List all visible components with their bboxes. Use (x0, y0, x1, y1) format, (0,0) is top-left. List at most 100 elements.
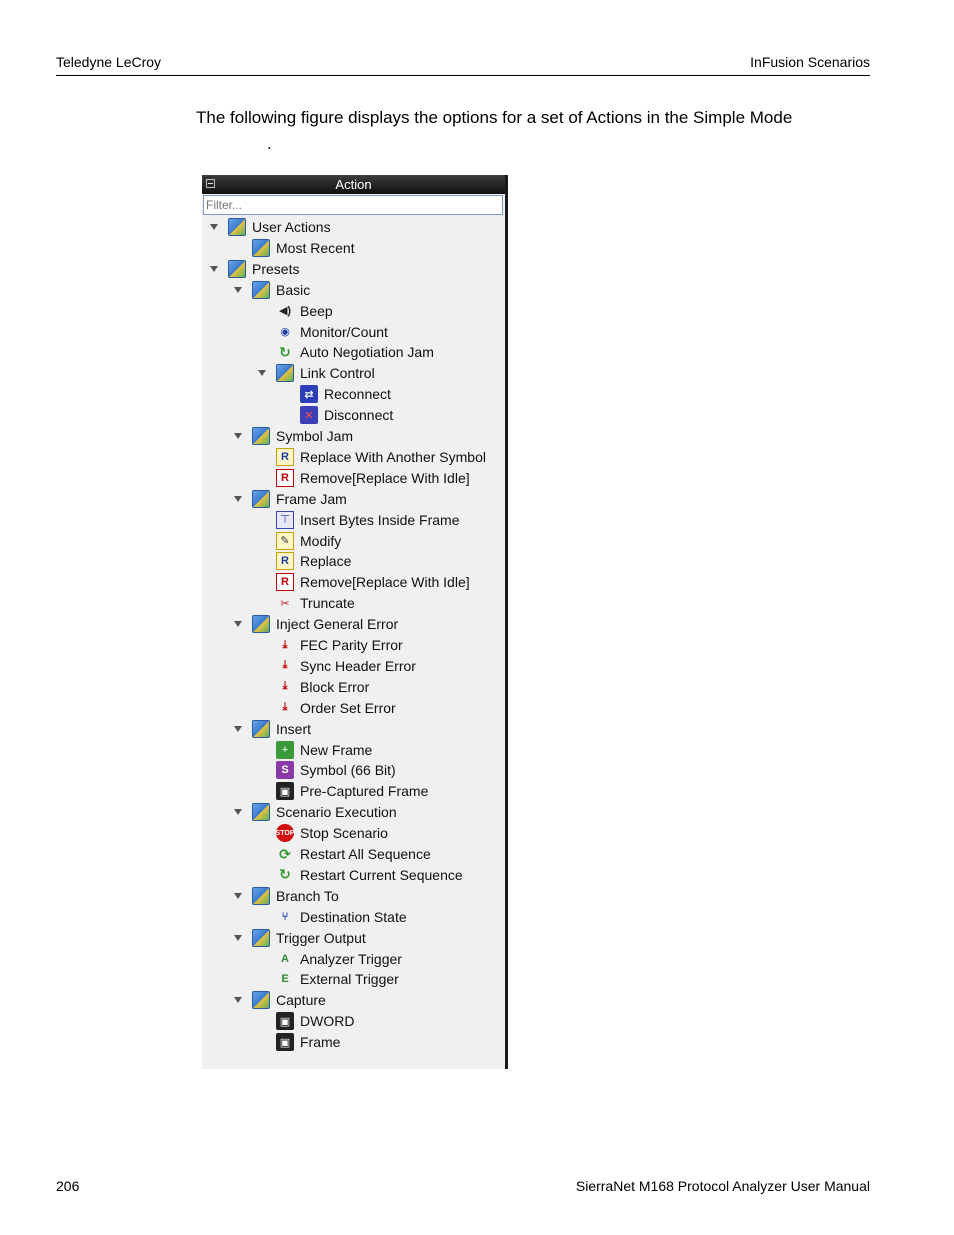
tree-item[interactable]: Branch To (232, 886, 339, 906)
tree-item[interactable]: ✎ Modify (276, 531, 341, 551)
expand-arrow-icon[interactable] (234, 934, 242, 941)
tree-item[interactable]: E External Trigger (276, 969, 399, 989)
expand-arrow-icon[interactable] (234, 433, 242, 439)
tree-item[interactable]: Frame Jam (232, 489, 347, 509)
folder-icon (228, 218, 246, 236)
action-panel-title-bar: Action (202, 175, 505, 194)
collapse-icon[interactable] (206, 179, 215, 188)
new-frame-icon: + (276, 740, 294, 759)
tree-item[interactable]: R Remove[Replace With Idle] (276, 468, 470, 488)
folder-icon (252, 427, 270, 445)
tree-item[interactable]: Inject General Error (232, 614, 398, 634)
tree-item-label: Analyzer Trigger (300, 950, 402, 967)
tree-item-label: Frame (300, 1034, 341, 1051)
tree-item[interactable]: A Analyzer Trigger (276, 949, 402, 969)
expand-arrow-icon[interactable] (234, 809, 242, 816)
tree-item[interactable]: R Remove[Replace With Idle] (276, 572, 470, 592)
tree-item-label: Truncate (300, 595, 355, 612)
tree-item[interactable]: ⤓ Sync Header Error (276, 656, 416, 676)
tree-item[interactable]: Trigger Output (232, 928, 366, 948)
folder-icon (252, 280, 270, 299)
header-company: Teledyne LeCroy (56, 54, 162, 70)
tree-item[interactable]: Scenario Execution (232, 802, 397, 822)
tree-item[interactable]: ⑂ Destination State (276, 907, 407, 927)
page-number: 206 (56, 1178, 80, 1194)
expand-arrow-icon[interactable] (234, 725, 242, 732)
tree-item-label: External Trigger (300, 971, 399, 988)
folder-icon (252, 886, 270, 905)
header-section: InFusion Scenarios (750, 54, 870, 70)
tree-item[interactable]: ◉ Monitor/Count (276, 322, 388, 342)
tree-item[interactable]: Capture (232, 990, 326, 1010)
tree-item[interactable]: ⇄ Reconnect (300, 384, 391, 404)
filter-input[interactable] (203, 195, 503, 215)
tree-item[interactable]: ↻ Restart Current Sequence (276, 865, 463, 885)
tree-item[interactable]: Link Control (256, 363, 375, 383)
tree-item[interactable]: ⟳ Restart All Sequence (276, 844, 431, 864)
tree-item[interactable]: ▣ DWORD (276, 1011, 354, 1031)
tree-item[interactable]: ✂ Truncate (276, 593, 355, 613)
insert-bytes-icon: ⊤ (276, 510, 294, 529)
tree-item[interactable]: Insert (232, 719, 311, 739)
tree-item-label: Disconnect (324, 407, 394, 424)
tree-item[interactable]: STOP Stop Scenario (276, 823, 388, 843)
eye-counter-icon: ◉ (280, 326, 290, 338)
tree-item-label: Insert (276, 720, 312, 737)
tree-item[interactable]: Presets (208, 259, 299, 279)
tree-item-label: Symbol Jam (276, 428, 354, 444)
tree-item[interactable]: ◀) Beep (276, 301, 333, 321)
tree-item[interactable]: + New Frame (276, 740, 372, 760)
error-inject-icon: ⤓ (282, 638, 288, 651)
tree-item[interactable]: ✕ Disconnect (300, 405, 393, 425)
symbol-icon: S (276, 761, 294, 780)
tree-item[interactable]: Basic (232, 280, 310, 300)
tree-item[interactable]: ▣ Frame (276, 1032, 340, 1052)
tree-item-label: New Frame (300, 741, 373, 758)
tree-item-label: Link Control (300, 365, 375, 382)
reconnect-icon: ⇄ (300, 385, 318, 404)
replace-icon: R (276, 447, 294, 466)
folder-icon (252, 615, 270, 634)
error-inject-icon: ⤓ (282, 680, 288, 693)
tree-item[interactable]: ⊤ Insert Bytes Inside Frame (276, 510, 460, 530)
tree-item-label: Presets (252, 260, 300, 277)
tree-item-label: Branch To (276, 887, 339, 904)
tree-item[interactable]: ⤓ Order Set Error (276, 698, 396, 718)
tree-item-label: Scenario Execution (276, 804, 397, 821)
folder-icon (252, 803, 270, 822)
tree-item-label: Auto Negotiation Jam (300, 344, 434, 361)
remove-icon: R (276, 573, 294, 592)
tree-item[interactable]: ⤓ Block Error (276, 677, 370, 697)
expand-arrow-icon[interactable] (258, 370, 266, 377)
tree-item-label: Destination State (300, 908, 407, 925)
trigger-e-icon: E (281, 973, 289, 986)
expand-arrow-icon[interactable] (234, 621, 242, 628)
tree-item-label: Modify (300, 532, 342, 549)
expand-arrow-icon[interactable] (234, 997, 242, 1004)
tree-item-label: Sync Header Error (300, 657, 416, 674)
expand-arrow-icon[interactable] (210, 224, 218, 230)
error-inject-icon: ⤓ (282, 659, 288, 672)
tree-item-label: Frame Jam (276, 490, 347, 507)
action-panel: Action User Actions Most Recent Presets Bas… (202, 175, 508, 1069)
expand-arrow-icon[interactable] (234, 286, 242, 293)
tree-item-label: Basic (276, 281, 311, 298)
tree-item[interactable]: ↻ Auto Negotiation Jam (276, 342, 434, 362)
tree-item[interactable]: S Symbol (66 Bit) (276, 760, 396, 780)
tree-item-label: FEC Parity Error (300, 637, 403, 653)
tree-item[interactable]: R Replace With Another Symbol (276, 447, 486, 467)
modify-icon: ✎ (276, 531, 294, 550)
tree-item-label: Replace (300, 553, 352, 570)
tree-item[interactable]: ▣ Pre-Captured Frame (276, 781, 428, 801)
expand-arrow-icon[interactable] (234, 495, 242, 502)
tree-item[interactable]: User Actions (208, 217, 331, 237)
tree-item-label: Beep (300, 302, 333, 319)
expand-arrow-icon[interactable] (234, 892, 242, 899)
tree-item[interactable]: Symbol Jam (232, 426, 353, 446)
tree-item[interactable]: Most Recent (252, 238, 355, 258)
tree-item[interactable]: R Replace (276, 551, 351, 571)
tree-item[interactable]: ⤓ FEC Parity Error (276, 635, 403, 655)
folder-icon (252, 489, 270, 508)
expand-arrow-icon[interactable] (210, 265, 218, 272)
tree-item-label: Monitor/Count (300, 323, 388, 340)
